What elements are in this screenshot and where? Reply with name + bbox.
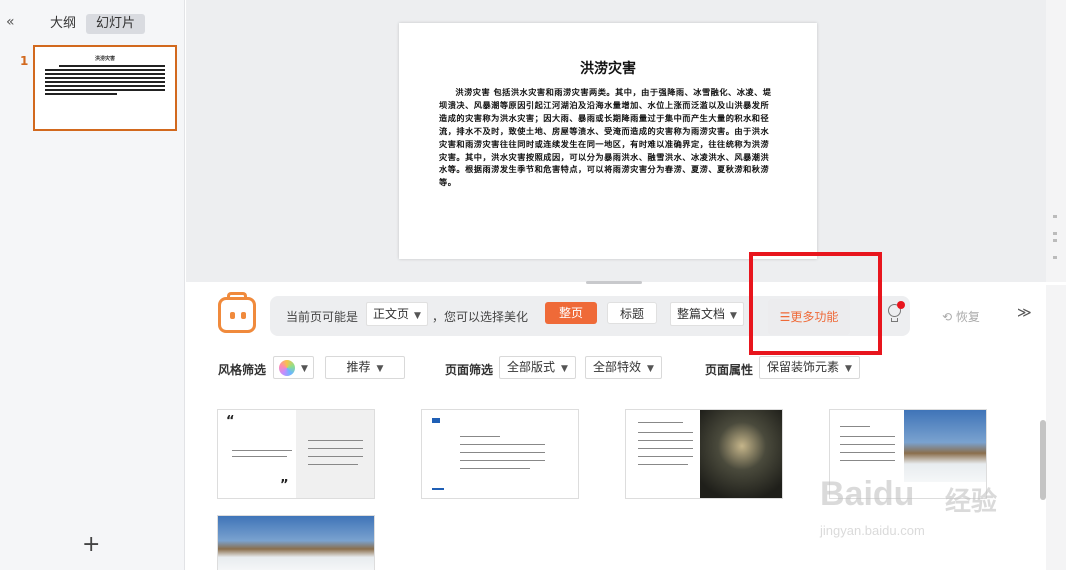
app-window: « 大纲 幻灯片 1 洪涝灾害 + 洪涝灾害 洪涝灾害 包括洪水灾害和雨涝灾害两… xyxy=(0,0,1066,570)
thumb-text-line xyxy=(45,73,165,75)
logo-mark xyxy=(432,418,440,423)
scroll-arrow-icon[interactable] xyxy=(1053,232,1057,235)
thumb-text-line xyxy=(45,89,165,91)
thumb-text-line xyxy=(59,65,165,67)
text-line xyxy=(308,440,363,441)
footer-bar xyxy=(432,488,444,490)
chevron-down-icon: ▼ xyxy=(730,311,737,321)
text-line xyxy=(308,464,358,465)
current-page-label: 当前页可能是 xyxy=(286,310,359,324)
whole-doc-label: 整篇文档 xyxy=(677,307,726,321)
text-line xyxy=(840,436,895,437)
more-functions-button[interactable]: ☰更多功能 xyxy=(768,299,850,335)
text-line xyxy=(460,452,545,453)
whole-doc-dropdown[interactable]: 整篇文档 ▼ xyxy=(670,302,744,326)
tab-outline[interactable]: 大纲 xyxy=(40,14,86,34)
pane-splitter[interactable] xyxy=(586,281,642,284)
text-line xyxy=(232,450,292,451)
page-type-value: 正文页 xyxy=(373,307,410,321)
tab-slides[interactable]: 幻灯片 xyxy=(86,14,146,34)
text-column xyxy=(296,410,374,498)
chevron-down-icon: ▼ xyxy=(845,364,852,374)
scrollbar-thumb[interactable] xyxy=(1040,420,1046,500)
template-scrollbar[interactable] xyxy=(1046,285,1066,570)
effects-value: 全部特效 xyxy=(593,360,642,374)
chevron-down-icon: ▼ xyxy=(561,364,568,374)
template-card[interactable] xyxy=(217,515,375,570)
template-card[interactable] xyxy=(625,409,783,499)
text-line xyxy=(840,426,870,427)
thumb-text-line xyxy=(45,77,165,79)
choose-label: ，您可以选择美化 xyxy=(432,310,529,324)
add-slide-icon[interactable]: + xyxy=(82,532,100,557)
snow-trees-photo xyxy=(904,410,986,482)
template-card[interactable]: “ ” xyxy=(217,409,375,499)
scroll-arrow-icon[interactable] xyxy=(1053,215,1057,218)
thumbnail-title: 洪涝灾害 xyxy=(94,56,115,62)
text-line xyxy=(840,460,895,461)
text-line xyxy=(232,456,287,457)
text-line xyxy=(308,448,363,449)
thumb-text-line xyxy=(45,81,165,83)
notification-dot xyxy=(897,301,905,309)
slide-panel: « 大纲 幻灯片 1 洪涝灾害 + xyxy=(0,0,185,570)
chevron-down-icon: ▼ xyxy=(301,364,308,374)
chevron-down-icon: ▼ xyxy=(376,364,384,374)
page-filter-label: 页面筛选 xyxy=(445,363,494,377)
robot-logo-icon xyxy=(218,292,256,333)
effects-dropdown[interactable]: 全部特效 ▼ xyxy=(585,356,662,379)
open-quote-icon: “ xyxy=(226,414,235,429)
text-line xyxy=(638,464,688,465)
recommend-dropdown[interactable]: 推荐 ▼ xyxy=(325,356,405,379)
beautify-full-page-button[interactable]: 整页 xyxy=(545,302,597,324)
restore-button[interactable]: ⟲ 恢复 xyxy=(942,308,980,325)
thumb-text-line xyxy=(45,85,165,87)
text-line xyxy=(840,452,895,453)
night-road-photo xyxy=(700,410,782,498)
scroll-arrow-icon[interactable] xyxy=(1053,239,1057,242)
text-line xyxy=(638,432,693,433)
template-card[interactable] xyxy=(421,409,579,499)
page-attr-label: 页面属性 xyxy=(705,363,754,377)
thumb-text-line xyxy=(45,93,117,95)
slide-canvas[interactable]: 洪涝灾害 洪涝灾害 包括洪水灾害和雨涝灾害两类。其中，由于强降雨、冰雪融化、冰凌… xyxy=(399,23,817,259)
collapse-panel-icon[interactable]: « xyxy=(6,14,15,30)
slide-body-text[interactable]: 洪涝灾害 包括洪水灾害和雨涝灾害两类。其中，由于强降雨、冰雪融化、冰凌、堤坝溃决… xyxy=(439,86,777,189)
thumb-text-line xyxy=(45,69,165,71)
text-line xyxy=(308,456,363,457)
scroll-arrow-icon[interactable] xyxy=(1053,256,1057,259)
text-line xyxy=(460,436,500,437)
text-line xyxy=(638,440,693,441)
chevron-down-icon: ▼ xyxy=(647,364,654,374)
keep-decor-value: 保留装饰元素 xyxy=(767,360,840,374)
lightbulb-icon[interactable] xyxy=(886,301,905,326)
text-line xyxy=(638,422,683,423)
snow-park-photo xyxy=(218,516,374,570)
beautify-panel: 当前页可能是 正文页 ▼ ，您可以选择美化 整页 标题 整篇文档 ▼ ☰更多功能 ⟲… xyxy=(186,252,1046,570)
text-line xyxy=(840,444,895,445)
color-swatch-icon xyxy=(279,359,295,376)
layout-dropdown[interactable]: 全部版式 ▼ xyxy=(499,356,576,379)
page-type-dropdown[interactable]: 正文页 ▼ xyxy=(366,302,428,326)
recommend-value: 推荐 xyxy=(346,360,371,374)
template-card[interactable] xyxy=(829,409,987,499)
slide-title[interactable]: 洪涝灾害 xyxy=(439,58,777,78)
text-line xyxy=(460,468,530,469)
keep-decor-dropdown[interactable]: 保留装饰元素 ▼ xyxy=(759,356,860,379)
text-line xyxy=(460,460,545,461)
style-filter-label: 风格筛选 xyxy=(218,363,267,377)
slide-thumbnail[interactable]: 洪涝灾害 xyxy=(33,45,177,131)
color-filter-dropdown[interactable]: ▼ xyxy=(273,356,314,379)
slide-editor: 洪涝灾害 洪涝灾害 包括洪水灾害和雨涝灾害两类。其中，由于强降雨、冰雪融化、冰凌… xyxy=(186,0,1046,284)
close-quote-icon: ” xyxy=(280,478,289,493)
chevron-down-icon: ▼ xyxy=(414,311,421,321)
text-line xyxy=(638,448,693,449)
slide-number: 1 xyxy=(20,54,29,68)
text-line xyxy=(638,456,693,457)
layout-value: 全部版式 xyxy=(507,360,556,374)
text-line xyxy=(460,444,545,445)
beautify-title-button[interactable]: 标题 xyxy=(607,302,657,324)
expand-icon[interactable]: ≫ xyxy=(1017,305,1032,321)
